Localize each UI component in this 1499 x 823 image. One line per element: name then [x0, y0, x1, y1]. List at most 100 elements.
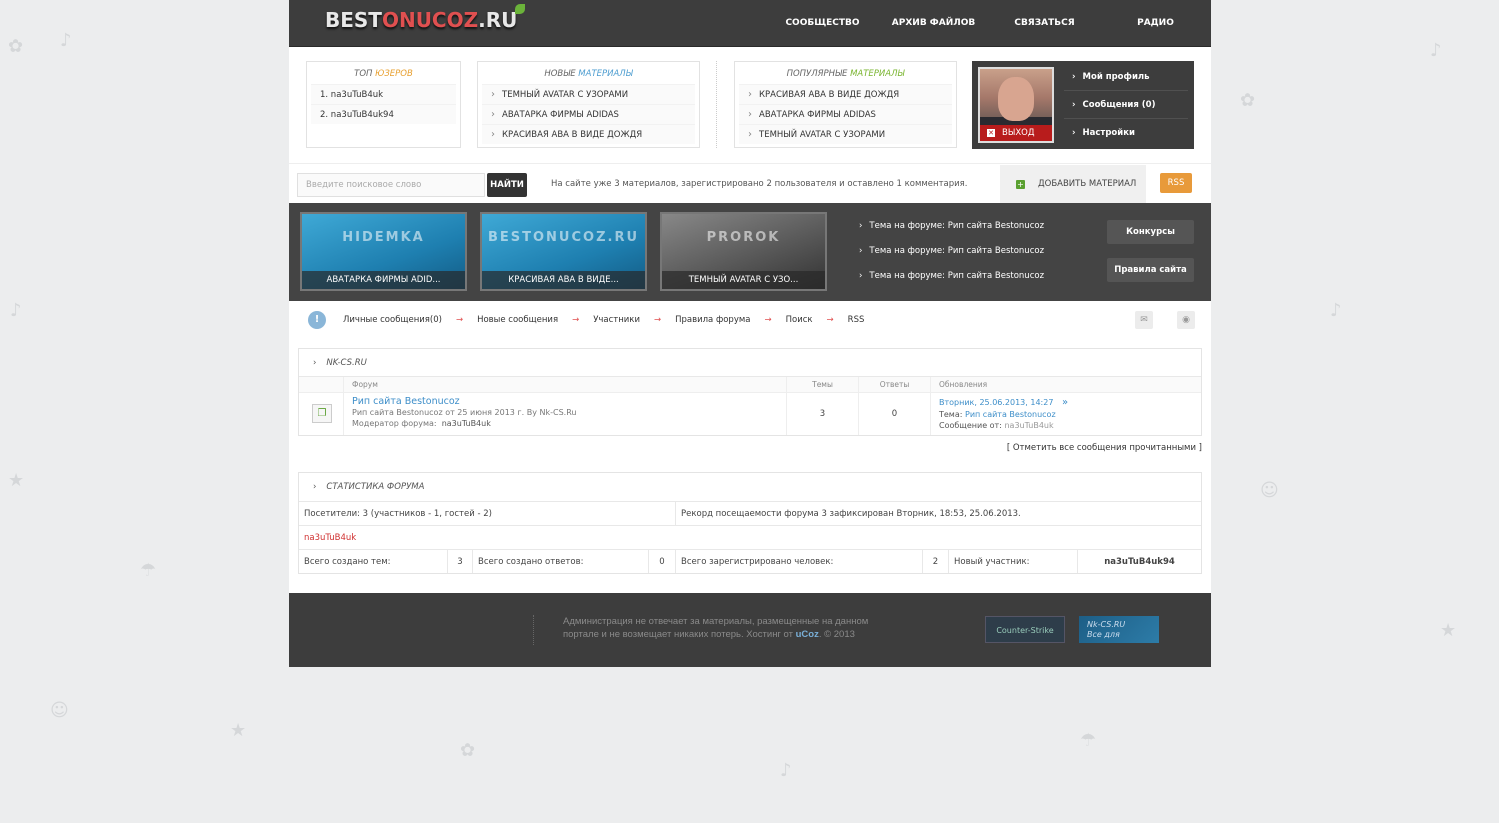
forum-topic-link[interactable]: Тема на форуме: Рип сайта Bestonucoz	[859, 242, 1044, 267]
goto-last-icon[interactable]: »	[1062, 397, 1068, 408]
last-poster-link[interactable]: na3uTuB4uk	[1004, 421, 1053, 430]
footer-disclaimer: Администрация не отвечает за материалы, …	[563, 616, 869, 640]
stats-newest-label: Новый участник:	[949, 550, 1078, 573]
info-icon: !	[308, 311, 326, 329]
user-panel: ✕ ВЫХОД Мой профиль Сообщения (0) Настро…	[972, 61, 1194, 149]
nav-community[interactable]: СООБЩЕСТВО	[767, 0, 878, 47]
forum-moderator: Модератор форума: na3uTuB4uk	[352, 419, 491, 428]
site-footer: Администрация не отвечает за материалы, …	[289, 593, 1211, 667]
forum-topic-link[interactable]: Тема на форуме: Рип сайта Bestonucoz	[859, 217, 1044, 242]
last-post-date-link[interactable]: Вторник, 25.06.2013, 14:27	[939, 398, 1053, 407]
search-input[interactable]: Введите поисковое слово	[297, 173, 485, 197]
add-material-label: ДОБАВИТЬ МАТЕРИАЛ	[1038, 179, 1137, 189]
stats-replies-value: 0	[649, 550, 676, 573]
top-users-title: ТОП ЮЗЕРОВ	[354, 69, 413, 79]
arrow-icon: →	[653, 315, 662, 325]
background-doodle: ♪	[1430, 40, 1442, 61]
new-material-item[interactable]: КРАСИВАЯ АВА В ВИДЕ ДОЖДЯ	[482, 124, 695, 144]
logo-text-domain: .RU	[478, 8, 518, 32]
stats-title: СТАТИСТИКА ФОРУМА	[299, 473, 1201, 501]
forum-nav: ! Личные сообщения(0) → Новые сообщения …	[289, 301, 1211, 339]
nav-file-archive[interactable]: АРХИВ ФАЙЛОВ	[878, 0, 989, 47]
stats-replies-label: Всего создано ответов:	[473, 550, 649, 573]
divider	[716, 61, 717, 148]
forum-nav-rules[interactable]: Правила форума	[675, 301, 750, 339]
forum-topic-links: Тема на форуме: Рип сайта Bestonucoz Тем…	[859, 217, 1044, 292]
nav-radio[interactable]: РАДИО	[1100, 0, 1211, 47]
background-doodle: ☂	[1080, 730, 1097, 751]
avatar[interactable]: ✕ ВЫХОД	[978, 67, 1054, 143]
popular-material-item[interactable]: ТЕМНЫЙ AVATAR С УЗОРАМИ	[739, 124, 952, 144]
rss-button[interactable]: RSS	[1160, 173, 1192, 193]
forum-nav-links: Личные сообщения(0) → Новые сообщения → …	[343, 301, 864, 339]
header-icon-col	[299, 377, 344, 392]
site-header: BESTONUCOZ.RU СООБЩЕСТВО АРХИВ ФАЙЛОВ СВ…	[289, 0, 1211, 47]
header-topics: Темы	[787, 377, 859, 392]
forum-description: Рип сайта Bestonucoz от 25 июня 2013 г. …	[352, 408, 577, 417]
topic-label: Тема:	[939, 409, 963, 419]
featured-thumb[interactable]: HIDEMKA АВАТАРКА ФИРМЫ ADID...	[300, 212, 467, 291]
logout-button[interactable]: ✕ ВЫХОД	[980, 125, 1052, 141]
forum-topic-link[interactable]: Тема на форуме: Рип сайта Bestonucoz	[859, 267, 1044, 292]
popular-material-item[interactable]: КРАСИВАЯ АВА В ВИДЕ ДОЖДЯ	[739, 84, 952, 104]
badge-line: Nk-CS.RU	[1087, 620, 1126, 629]
background-doodle: ♪	[1330, 300, 1342, 321]
page-container: BESTONUCOZ.RU СООБЩЕСТВО АРХИВ ФАЙЛОВ СВ…	[289, 0, 1211, 667]
popular-materials-title: ПОПУЛЯРНЫЕ МАТЕРИАЛЫ	[786, 69, 905, 79]
new-material-item[interactable]: АВАТАРКА ФИРМЫ ADIDAS	[482, 104, 695, 124]
nav-contact[interactable]: СВЯЗАТЬСЯ	[989, 0, 1100, 47]
site-rules-button[interactable]: Правила сайта	[1107, 258, 1194, 282]
top-users-box: ТОП ЮЗЕРОВ 1. na3uTuB4uk 2. na3uTuB4uk94	[306, 61, 461, 148]
stats-newest-user-link[interactable]: na3uTuB4uk94	[1078, 550, 1201, 573]
forum-last-update: Вторник, 25.06.2013, 14:27 » Тема: Рип с…	[931, 393, 1201, 435]
moderator-link[interactable]: na3uTuB4uk	[442, 419, 491, 428]
rss-icon[interactable]: ◉	[1177, 311, 1195, 329]
new-materials-title: НОВЫЕ МАТЕРИАЛЫ	[544, 69, 633, 79]
nk-cs-badge[interactable]: Nk-CS.RU Все для	[1079, 616, 1159, 643]
top-user-item[interactable]: 2. na3uTuB4uk94	[311, 104, 456, 124]
forum-nav-new-messages[interactable]: Новые сообщения	[477, 301, 558, 339]
forum-icon-cell: ❐	[299, 393, 344, 435]
user-menu: Мой профиль Сообщения (0) Настройки	[1064, 63, 1188, 147]
forum-nav-rss[interactable]: RSS	[848, 301, 865, 339]
search-button[interactable]: НАЙТИ	[487, 173, 527, 197]
site-stats-text: На сайте уже 3 материалов, зарегистриров…	[551, 179, 968, 189]
online-user-link[interactable]: na3uTuB4uk	[299, 526, 1201, 549]
thumb-art-text: BESTONUCOZ.RU	[487, 230, 640, 245]
menu-my-profile[interactable]: Мой профиль	[1064, 63, 1188, 91]
new-material-item[interactable]: ТЕМНЫЙ AVATAR С УЗОРАМИ	[482, 84, 695, 104]
table-row: ❐ Рип сайта Bestonucoz Рип сайта Bestonu…	[299, 393, 1201, 435]
last-topic-link[interactable]: Рип сайта Bestonucoz	[965, 410, 1056, 419]
mail-icon[interactable]: ✉	[1135, 311, 1153, 329]
forum-topics-count: 3	[787, 393, 859, 435]
counter-strike-badge[interactable]: Counter-Strike	[985, 616, 1065, 643]
add-material-button[interactable]: + ДОБАВИТЬ МАТЕРИАЛ	[1000, 165, 1146, 203]
ucoz-link[interactable]: uCoz	[796, 629, 819, 640]
mark-all-read-link[interactable]: [ Отметить все сообщения прочитанными ]	[1007, 443, 1202, 453]
forum-nav-search[interactable]: Поиск	[786, 301, 813, 339]
site-logo[interactable]: BESTONUCOZ.RU	[325, 4, 526, 32]
stats-row: Всего создано тем: 3 Всего создано ответ…	[299, 549, 1201, 573]
stats-users-label: Всего зарегистрировано человек:	[676, 550, 923, 573]
forum-link[interactable]: Рип сайта Bestonucoz	[352, 396, 786, 407]
forum-info-cell: Рип сайта Bestonucoz Рип сайта Bestonuco…	[344, 393, 787, 435]
forum-table: NK-CS.RU Форум Темы Ответы Обновления ❐ …	[298, 348, 1202, 436]
logo-text: BEST	[325, 8, 382, 32]
menu-settings[interactable]: Настройки	[1064, 119, 1188, 147]
contests-button[interactable]: Конкурсы	[1107, 220, 1194, 244]
popular-material-item[interactable]: АВАТАРКА ФИРМЫ ADIDAS	[739, 104, 952, 124]
background-doodle: ✿	[460, 740, 476, 761]
featured-thumb[interactable]: BESTONUCOZ.RU КРАСИВАЯ АВА В ВИДЕ...	[480, 212, 647, 291]
featured-thumb[interactable]: PROROK ТЕМНЫЙ AVATAR С УЗО...	[660, 212, 827, 291]
thumb-caption: КРАСИВАЯ АВА В ВИДЕ...	[482, 271, 645, 289]
forum-nav-members[interactable]: Участники	[593, 301, 640, 339]
stats-record: Рекорд посещаемости форума 3 зафиксирова…	[681, 509, 1021, 519]
arrow-icon: →	[572, 315, 580, 325]
logo-leaf-icon	[515, 4, 526, 14]
stats-row: Посетители: 3 (участников - 1, гостей - …	[299, 501, 1201, 525]
forum-nav-private-messages[interactable]: Личные сообщения(0)	[343, 301, 442, 339]
menu-messages[interactable]: Сообщения (0)	[1064, 91, 1188, 119]
top-user-item[interactable]: 1. na3uTuB4uk	[311, 84, 456, 104]
header-forum: Форум	[344, 377, 787, 392]
forum-category[interactable]: NK-CS.RU	[299, 349, 1201, 377]
